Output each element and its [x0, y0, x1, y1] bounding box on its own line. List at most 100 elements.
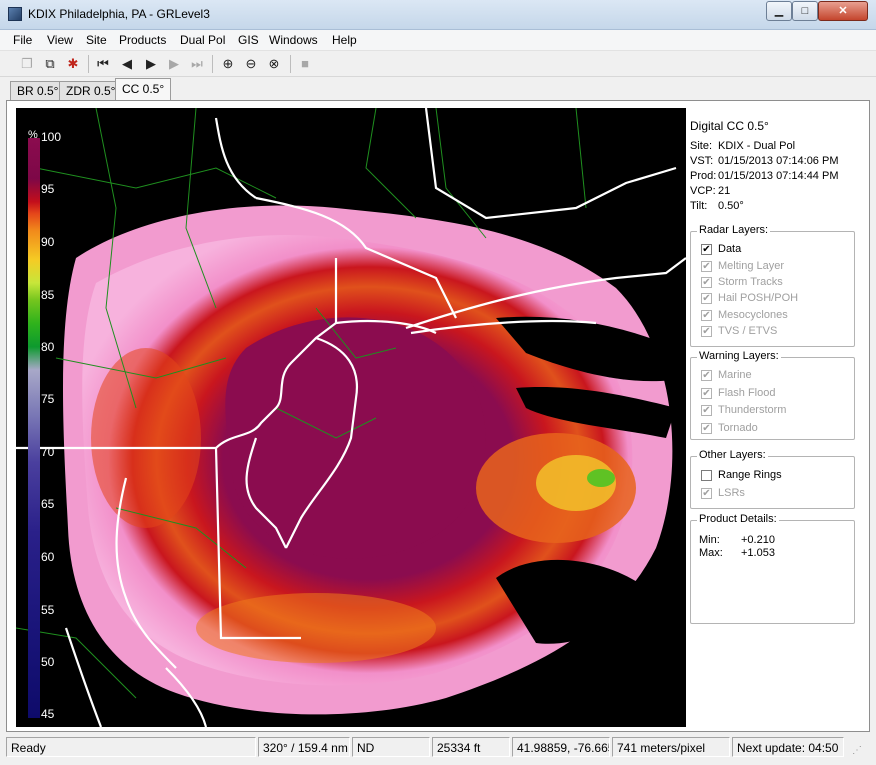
main-panel: % 100 95 90 85 80 75 70 65 60 55 50 45 D…: [6, 100, 870, 732]
radar-image: [16, 108, 686, 727]
window-title: KDIX Philadelphia, PA - GRLevel3: [28, 7, 210, 21]
menu-site[interactable]: Site: [86, 33, 107, 47]
status-next-update: Next update: 04:50: [732, 737, 844, 757]
toolbar-separator: [290, 55, 291, 73]
status-height: 25334 ft: [432, 737, 510, 757]
checkbox-mesocyclones[interactable]: ✔: [701, 310, 712, 321]
zoom-in-icon[interactable]: ⊕: [218, 54, 238, 74]
menu-products[interactable]: Products: [119, 33, 166, 47]
checkbox-melting[interactable]: ✔: [701, 261, 712, 272]
checkbox-range-rings[interactable]: [701, 470, 712, 481]
tab-br[interactable]: BR 0.5°: [10, 81, 66, 100]
checkbox-marine[interactable]: ✔: [701, 370, 712, 381]
layer-data-label: Data: [718, 243, 742, 255]
zoom-reset-icon[interactable]: ⊗: [264, 54, 284, 74]
radar-display[interactable]: % 100 95 90 85 80 75 70 65 60 55 50 45: [16, 108, 686, 727]
checkbox-tvs[interactable]: ✔: [701, 326, 712, 337]
color-scale-label: 95: [41, 182, 55, 196]
next-frame-icon[interactable]: ▶: [164, 54, 184, 74]
prev-frame-icon[interactable]: ◀: [117, 54, 137, 74]
tab-zdr[interactable]: ZDR 0.5°: [59, 81, 123, 100]
checkbox-storm-tracks[interactable]: ✔: [701, 277, 712, 288]
precip-core: [225, 317, 486, 559]
tilt-value: 0.50°: [718, 200, 744, 212]
status-coords: 41.98859, -76.66541: [512, 737, 610, 757]
color-scale-label: 80: [41, 340, 55, 354]
other-range-rings-label: Range Rings: [718, 469, 782, 481]
status-state: Ready: [6, 737, 256, 757]
close-button[interactable]: ✕: [818, 1, 868, 21]
duplicate-icon[interactable]: ⧉: [40, 54, 60, 74]
warning-layers-title: Warning Layers:: [697, 350, 781, 362]
mark-icon[interactable]: ✱: [63, 54, 83, 74]
checkbox-tornado[interactable]: ✔: [701, 423, 712, 434]
color-scale-label: 100: [41, 130, 62, 144]
last-frame-icon[interactable]: ⏭: [187, 54, 207, 74]
menu-file[interactable]: File: [13, 33, 32, 47]
site-label: Site:: [690, 140, 713, 152]
warning-layers-group: Warning Layers: ✔ Marine ✔ Flash Flood ✔…: [690, 350, 855, 440]
min-value: +0.210: [741, 534, 775, 546]
other-lsrs-label: LSRs: [718, 487, 745, 499]
layer-hail-label: Hail POSH/POH: [718, 292, 799, 304]
color-scale-label: 75: [41, 392, 55, 406]
toolbar-separator: [212, 55, 213, 73]
menu-gis[interactable]: GIS: [238, 33, 259, 47]
precip-cell-green: [587, 469, 615, 487]
toolbar-separator: [88, 55, 89, 73]
resize-grip-icon[interactable]: ⋰: [852, 745, 862, 756]
tab-cc[interactable]: CC 0.5°: [115, 78, 172, 100]
site-value: KDIX - Dual Pol: [718, 140, 796, 152]
color-scale-bar: [28, 138, 40, 718]
color-scale-label: 90: [41, 235, 55, 249]
vst-label: VST:: [690, 155, 714, 167]
color-scale-label: 45: [41, 707, 55, 721]
radar-layers-group: Radar Layers: ✔ Data ✔ Melting Layer ✔ S…: [690, 224, 855, 347]
menu-windows[interactable]: Windows: [269, 33, 318, 47]
play-icon[interactable]: ▶: [141, 54, 161, 74]
color-scale-label: 60: [41, 550, 55, 564]
app-icon: [8, 7, 22, 21]
layer-mesocyclones-label: Mesocyclones: [718, 309, 788, 321]
layer-tvs-label: TVS / ETVS: [718, 325, 778, 337]
max-label: Max:: [699, 547, 723, 559]
stop-icon[interactable]: ■: [295, 54, 315, 74]
layer-melting-label: Melting Layer: [718, 260, 785, 272]
other-layers-group: Other Layers: Range Rings ✔ LSRs: [690, 449, 855, 509]
menu-dual-pol[interactable]: Dual Pol: [180, 33, 225, 47]
toolbar: ❐ ⧉ ✱ ⏮ ◀ ▶ ▶ ⏭ ⊕ ⊖ ⊗ ■: [0, 50, 876, 77]
checkbox-flash-flood[interactable]: ✔: [701, 388, 712, 399]
product-name: Digital CC 0.5°: [690, 119, 769, 133]
vcp-label: VCP:: [690, 185, 716, 197]
warning-tornado-label: Tornado: [718, 422, 758, 434]
prod-value: 01/15/2013 07:14:44 PM: [718, 170, 839, 182]
product-details-group: Product Details: Min: +0.210 Max: +1.053: [690, 513, 855, 624]
checkbox-lsrs[interactable]: ✔: [701, 488, 712, 499]
vst-value: 01/15/2013 07:14:06 PM: [718, 155, 839, 167]
checkbox-thunderstorm[interactable]: ✔: [701, 405, 712, 416]
maximize-button[interactable]: □: [792, 1, 818, 21]
first-frame-icon[interactable]: ⏮: [93, 54, 113, 74]
checkbox-hail[interactable]: ✔: [701, 293, 712, 304]
color-scale-label: 55: [41, 603, 55, 617]
checkbox-data[interactable]: ✔: [701, 244, 712, 255]
warning-thunderstorm-label: Thunderstorm: [718, 404, 787, 416]
title-bar: KDIX Philadelphia, PA - GRLevel3 ▁ □ ✕: [0, 0, 876, 30]
layer-storm-tracks-label: Storm Tracks: [718, 276, 783, 288]
menu-view[interactable]: View: [47, 33, 73, 47]
zoom-out-icon[interactable]: ⊖: [241, 54, 261, 74]
max-value: +1.053: [741, 547, 775, 559]
color-scale-label: 70: [41, 445, 55, 459]
status-scale: 741 meters/pixel: [612, 737, 730, 757]
radar-layers-title: Radar Layers:: [697, 224, 771, 236]
menu-help[interactable]: Help: [332, 33, 357, 47]
info-panel: Digital CC 0.5° Site: KDIX - Dual Pol VS…: [690, 108, 866, 727]
vcp-value: 21: [718, 185, 731, 197]
warning-flash-flood-label: Flash Flood: [718, 387, 776, 399]
product-tabs: BR 0.5° ZDR 0.5° CC 0.5°: [0, 78, 876, 100]
copy-icon[interactable]: ❐: [17, 54, 37, 74]
color-scale-label: 65: [41, 497, 55, 511]
minimize-button[interactable]: ▁: [766, 1, 792, 21]
status-nd: ND: [352, 737, 430, 757]
color-scale: % 100 95 90 85 80 75 70 65 60 55 50 45: [18, 128, 64, 727]
